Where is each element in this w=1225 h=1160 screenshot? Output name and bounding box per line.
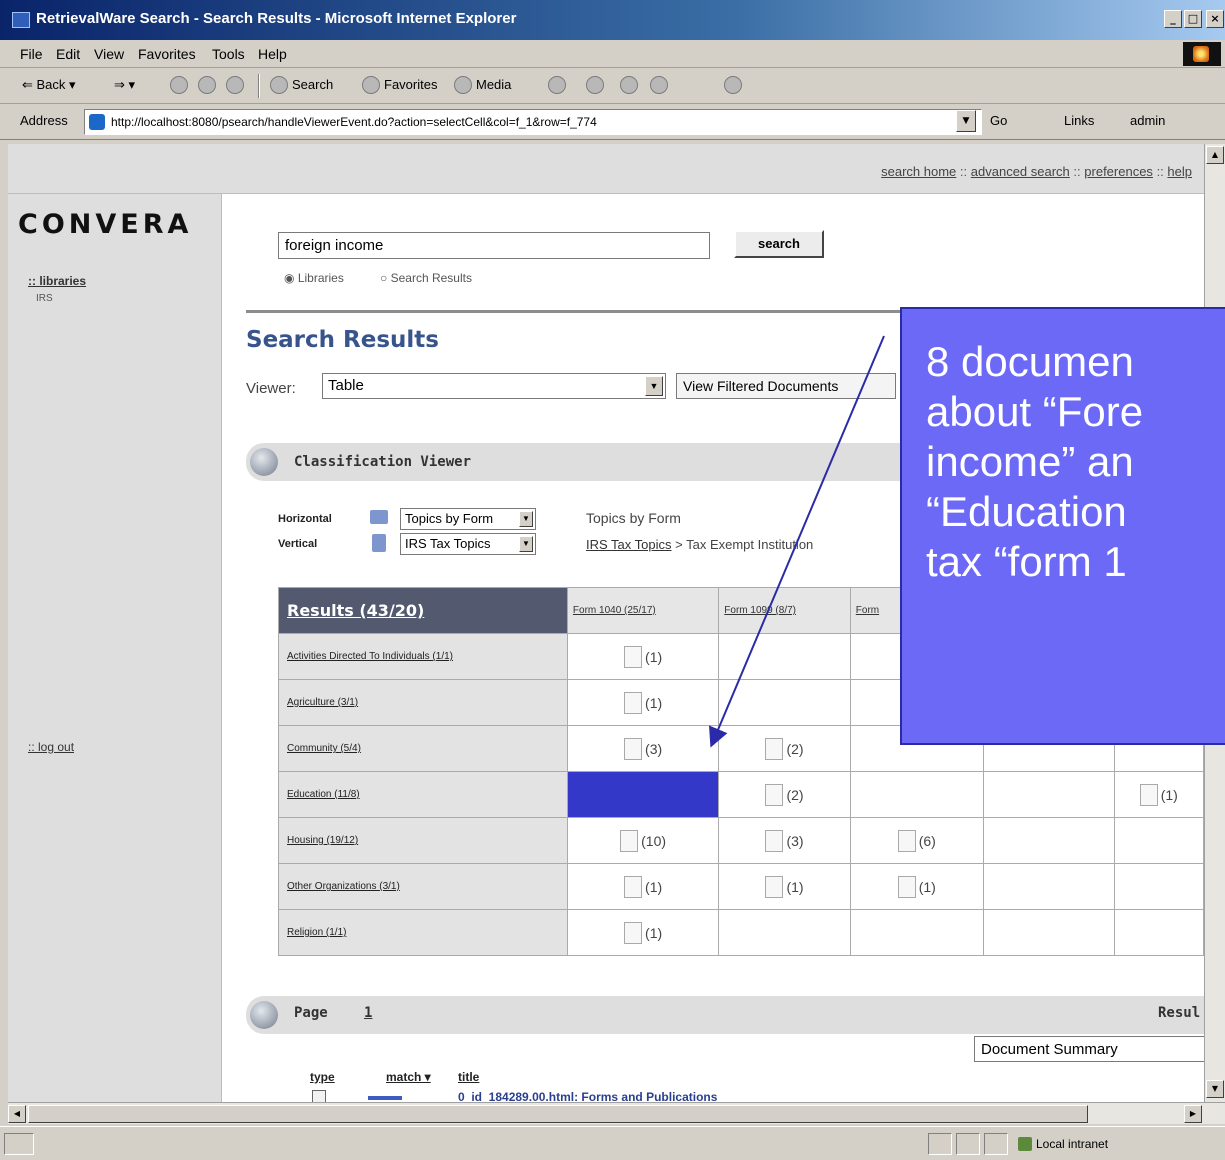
callout-arrow-layer xyxy=(709,335,885,748)
ie-window: RetrievalWare Search - Search Results - … xyxy=(0,0,1225,1160)
callout-arrow xyxy=(709,335,885,748)
